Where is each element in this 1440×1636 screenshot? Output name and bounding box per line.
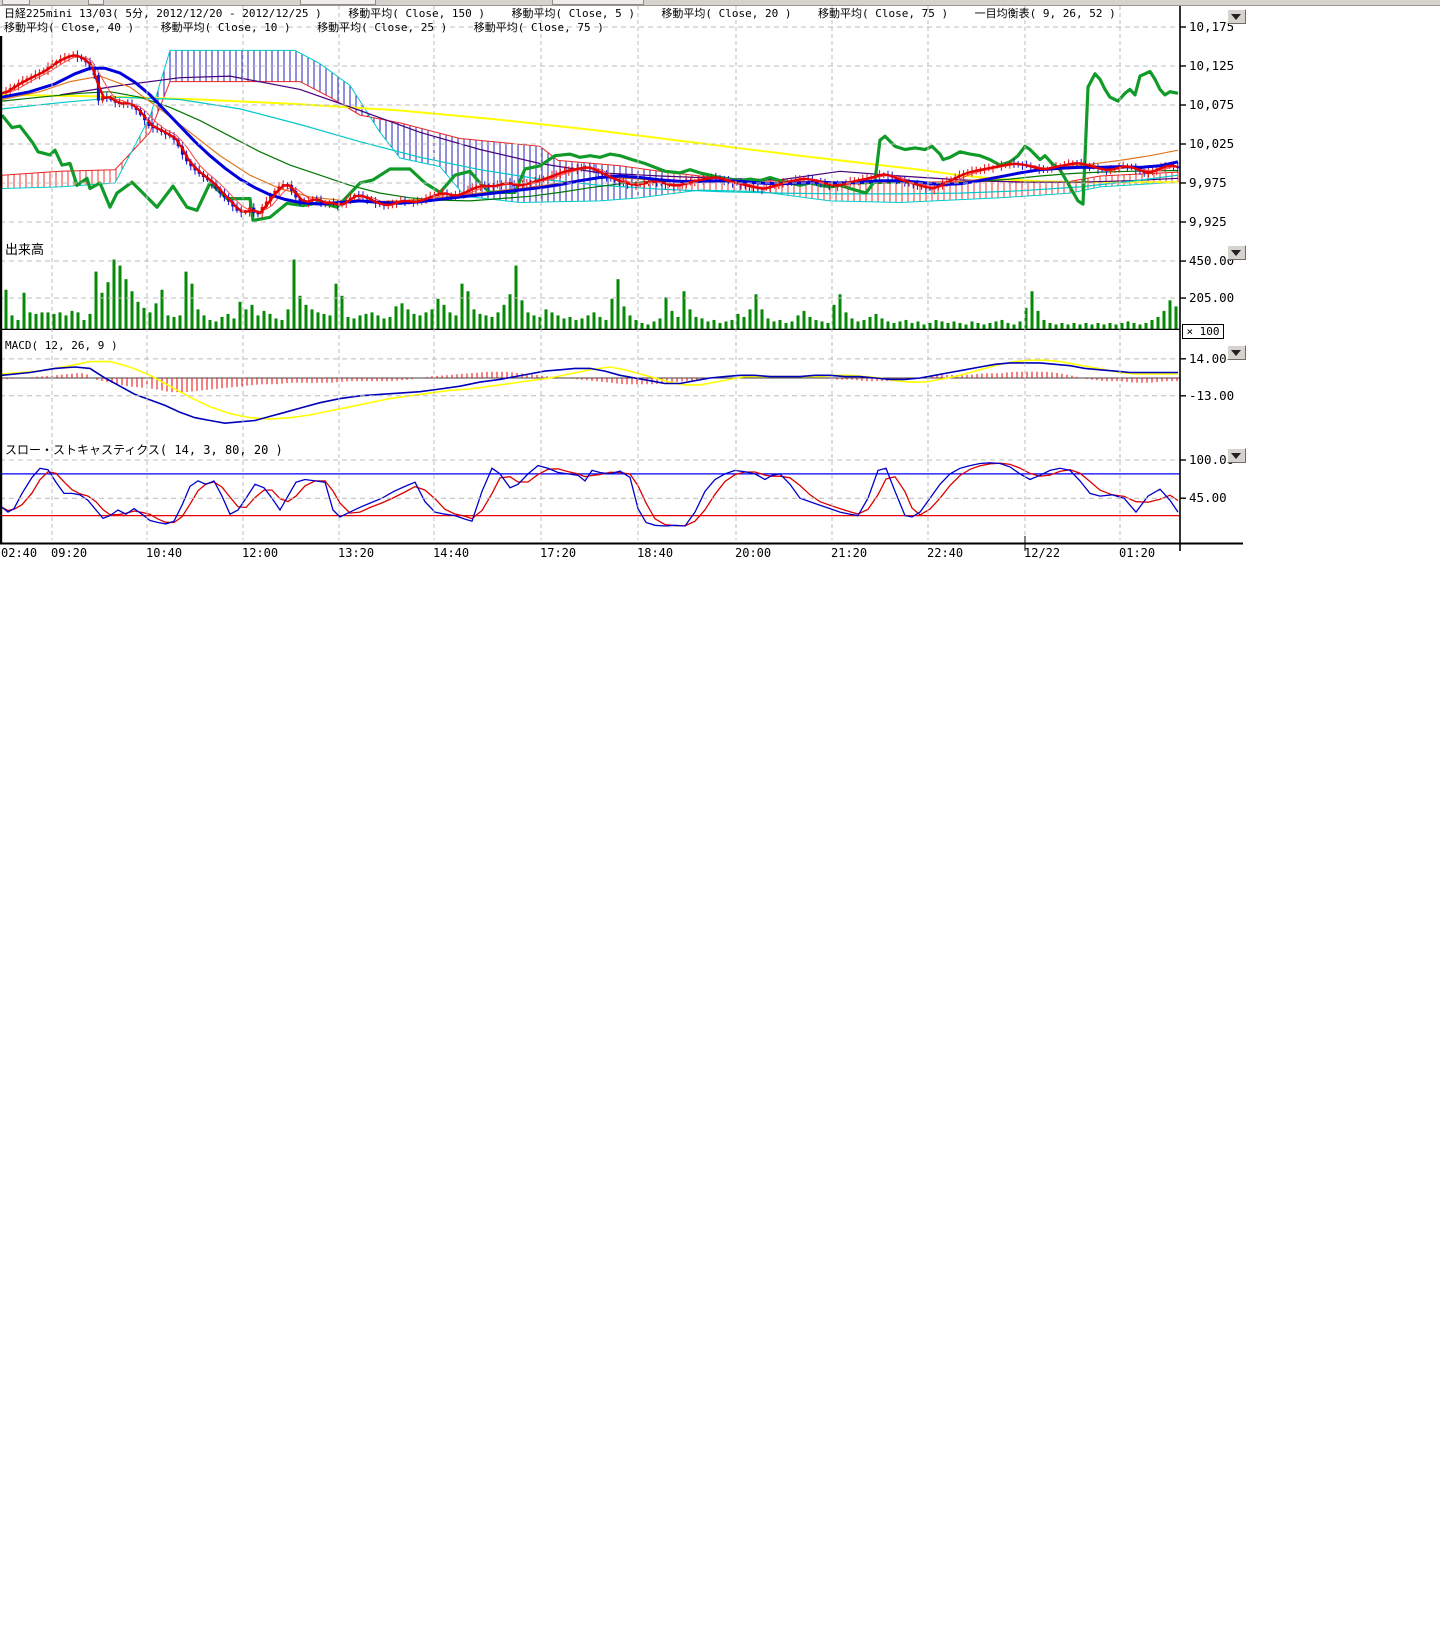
candles-layer: [5, 50, 1180, 217]
stochastics-panel-dropdown-button[interactable]: [1227, 448, 1246, 463]
y-axis-label: 10,075: [1189, 97, 1234, 112]
y-axis-label: -13.00: [1189, 388, 1234, 403]
y-axis-label: 14.00: [1189, 351, 1227, 366]
x-axis-label: 01:20: [1119, 546, 1155, 560]
chart-canvas[interactable]: 10,17510,12510,07510,0259,9759,925450.00…: [0, 0, 1260, 575]
x-axis-label: 22:40: [927, 546, 963, 560]
x-axis-label: 10:40: [146, 546, 182, 560]
x-axis-label: 12:00: [242, 546, 278, 560]
x-axis-label: 21:20: [831, 546, 867, 560]
chevron-down-icon: [1231, 250, 1241, 256]
x-axis-label: 02:40: [1, 546, 37, 560]
macd-histogram: [2, 372, 1177, 392]
x-axis-label: 14:40: [433, 546, 469, 560]
chevron-down-icon: [1231, 14, 1241, 20]
y-axis-label: 10,025: [1189, 136, 1234, 151]
x-axis-label: 09:20: [51, 546, 87, 560]
chart-legend-line-1: 日経225mini 13/03( 5分, 2012/12/20 - 2012/1…: [4, 7, 1116, 20]
x-axis-label: 17:20: [540, 546, 576, 560]
macd-panel-dropdown-button[interactable]: [1227, 345, 1246, 360]
stoch-k-line: [2, 463, 1178, 526]
y-axis-label: 45.00: [1189, 490, 1227, 505]
chevron-down-icon: [1231, 453, 1241, 459]
y-axis-label: 205.00: [1189, 290, 1234, 305]
volume-panel-title: 出来高: [5, 239, 44, 258]
x-axis-label: 13:20: [338, 546, 374, 560]
x-axis-label: 18:40: [637, 546, 673, 560]
gridlines: [0, 6, 1180, 540]
volume-bars: [5, 260, 1178, 329]
price-panel-dropdown-button[interactable]: [1227, 9, 1246, 24]
x-axis-label: 20:00: [735, 546, 771, 560]
x-axis-label: 12/22: [1024, 546, 1060, 560]
volume-panel-dropdown-button[interactable]: [1227, 245, 1246, 260]
volume-panel[interactable]: [0, 260, 1180, 330]
price-panel[interactable]: [2, 50, 1179, 220]
y-axis-label: 9,925: [1189, 214, 1227, 229]
stochastics-panel[interactable]: [0, 463, 1180, 526]
stochastics-panel-title: スロー・ストキャスティクス( 14, 3, 80, 20 ): [5, 441, 283, 458]
macd-panel-title: MACD( 12, 26, 9 ): [5, 339, 118, 352]
macd-panel[interactable]: [0, 360, 1180, 423]
macd-line: [2, 363, 1178, 423]
chart-legend-line-2: 移動平均( Close, 40 ) 移動平均( Close, 10 ) 移動平均…: [4, 21, 604, 34]
volume-multiplier-badge: × 100: [1182, 324, 1224, 339]
chevron-down-icon: [1231, 350, 1241, 356]
y-axis-label: 10,125: [1189, 58, 1234, 73]
y-axis-label: 9,975: [1189, 175, 1227, 190]
